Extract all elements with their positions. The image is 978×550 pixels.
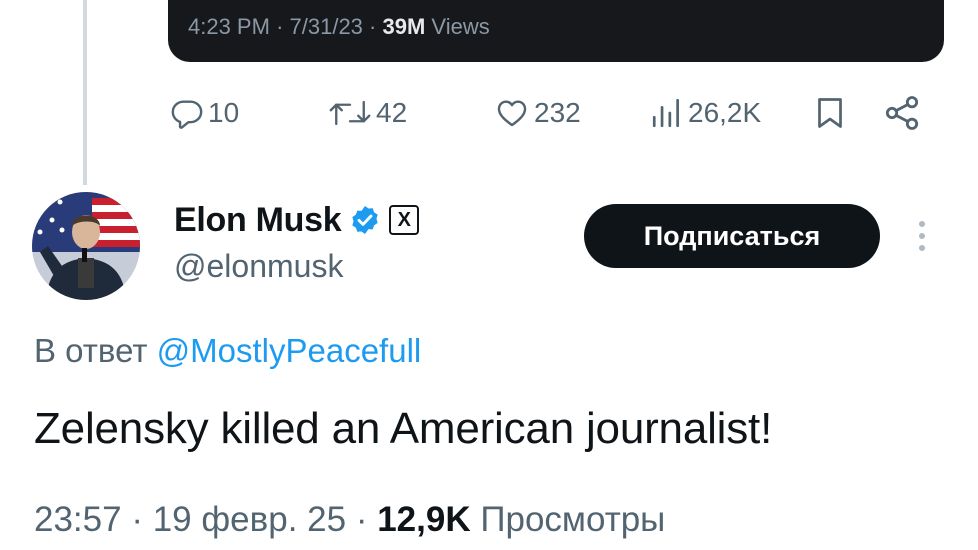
tweet-text: Zelensky killed an American journalist! [34,404,773,453]
separator-dot: · [355,500,378,539]
tweet-time[interactable]: 23:57 [34,500,122,539]
author-display-name[interactable]: Elon Musk [174,201,342,240]
repost-count: 42 [376,97,408,128]
more-icon [919,221,925,251]
avatar[interactable] [32,192,140,300]
views-button[interactable]: 26,2K [650,88,761,138]
follow-button[interactable]: Подписаться [584,204,880,268]
repost-button[interactable]: 42 [328,88,407,138]
x-badge-label: X [397,208,411,231]
reply-button[interactable]: 10 [170,88,239,138]
separator-dot: · [131,500,153,539]
more-options-button[interactable] [912,218,932,258]
reply-prefix: В ответ [34,332,148,369]
like-count: 232 [534,97,581,128]
repost-icon [329,100,371,126]
quoted-tweet-views-count: 39M [382,14,426,39]
share-button[interactable] [882,88,922,138]
reply-count: 10 [208,97,240,128]
tweet-views-count: 12,9K [377,500,471,539]
views-count: 26,2K [688,97,762,128]
tweet-action-bar: 10 42 232 26,2K [0,88,978,138]
views-icon [652,98,679,128]
quoted-tweet-views-label: Views [431,14,490,39]
bookmark-icon [818,98,842,128]
separator-dot: · [369,14,383,39]
tweet-views-label: Просмотры [480,500,666,539]
bookmark-button[interactable] [812,88,848,138]
separator-dot: · [276,14,290,39]
like-button[interactable]: 232 [494,88,581,138]
reply-context: В ответ @MostlyPeacefull [34,332,421,370]
like-icon [497,100,527,127]
quoted-tweet-time: 4:23 PM [188,14,270,39]
verified-icon [352,206,378,234]
tweet-date[interactable]: 19 февр. 25 [153,500,346,539]
x-affiliation-badge[interactable]: X [389,205,420,235]
quoted-tweet-meta: 4:23 PM · 7/31/23 · 39M Views [188,14,490,40]
quoted-tweet-card[interactable]: 4:23 PM · 7/31/23 · 39M Views [168,0,944,62]
author-name-row: Elon Musk X [174,198,420,242]
avatar-image [32,192,140,300]
tweet-meta: 23:57 · 19 февр. 25 · 12,9K Просмотры [34,500,665,540]
reply-mention-link[interactable]: @MostlyPeacefull [157,332,422,369]
share-icon [885,96,919,130]
author-handle[interactable]: @elonmusk [174,248,343,285]
reply-icon [171,100,203,129]
quoted-tweet-date: 7/31/23 [289,14,363,39]
